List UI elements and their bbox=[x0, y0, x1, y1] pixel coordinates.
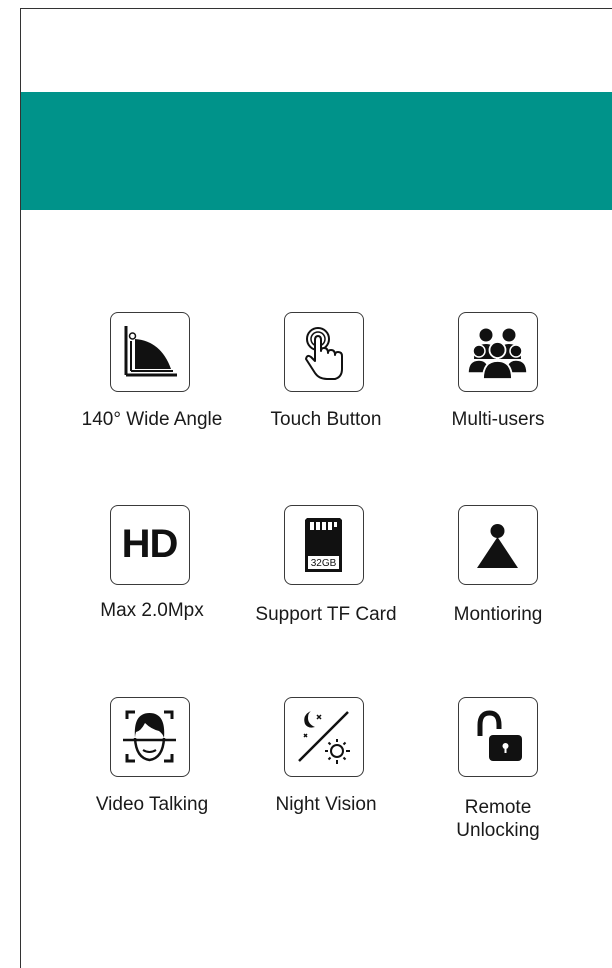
feature-label-night-vision: Night Vision bbox=[275, 794, 377, 815]
monitoring-icon bbox=[477, 524, 518, 568]
touch-button-icon bbox=[305, 327, 343, 380]
feature-tile-video-talking bbox=[110, 697, 190, 777]
feature-tile-multi-users bbox=[458, 312, 538, 392]
day-night-icon bbox=[298, 711, 350, 764]
label-line-unlocking: Unlocking bbox=[456, 820, 540, 841]
face-scan-icon bbox=[123, 710, 176, 763]
feature-label-monitoring: Montioring bbox=[453, 604, 543, 625]
feature-label-video-talking: Video Talking bbox=[95, 794, 209, 815]
feature-label-touch-button: Touch Button bbox=[270, 409, 382, 430]
label-line-remote: Remote bbox=[464, 797, 532, 818]
feature-tile-night-vision bbox=[284, 697, 364, 777]
multi-users-icon bbox=[467, 328, 528, 380]
feature-label-remote-unlocking: Remote Unlocking bbox=[398, 796, 598, 842]
sd-card-icon: 32GB bbox=[305, 518, 342, 572]
wide-angle-icon bbox=[124, 326, 177, 377]
unlock-icon bbox=[477, 710, 522, 761]
feature-tile-wide-angle bbox=[110, 312, 190, 392]
sd-card-capacity: 32GB bbox=[311, 558, 337, 569]
feature-tile-touch-button bbox=[284, 312, 364, 392]
feature-label-multi-users: Multi-users bbox=[451, 409, 545, 430]
feature-label-max-resolution: Max 2.0Mpx bbox=[100, 600, 204, 621]
feature-label-wide-angle: 140° Wide Angle bbox=[81, 409, 223, 430]
hd-icon: HD bbox=[121, 522, 179, 566]
header-banner bbox=[21, 92, 612, 210]
feature-label-tf-card: Support TF Card bbox=[255, 604, 397, 625]
feature-tile-remote-unlocking bbox=[458, 697, 538, 777]
feature-tile-hd: HD bbox=[110, 505, 190, 585]
feature-tile-tf-card: 32GB bbox=[284, 505, 364, 585]
feature-tile-monitoring bbox=[458, 505, 538, 585]
